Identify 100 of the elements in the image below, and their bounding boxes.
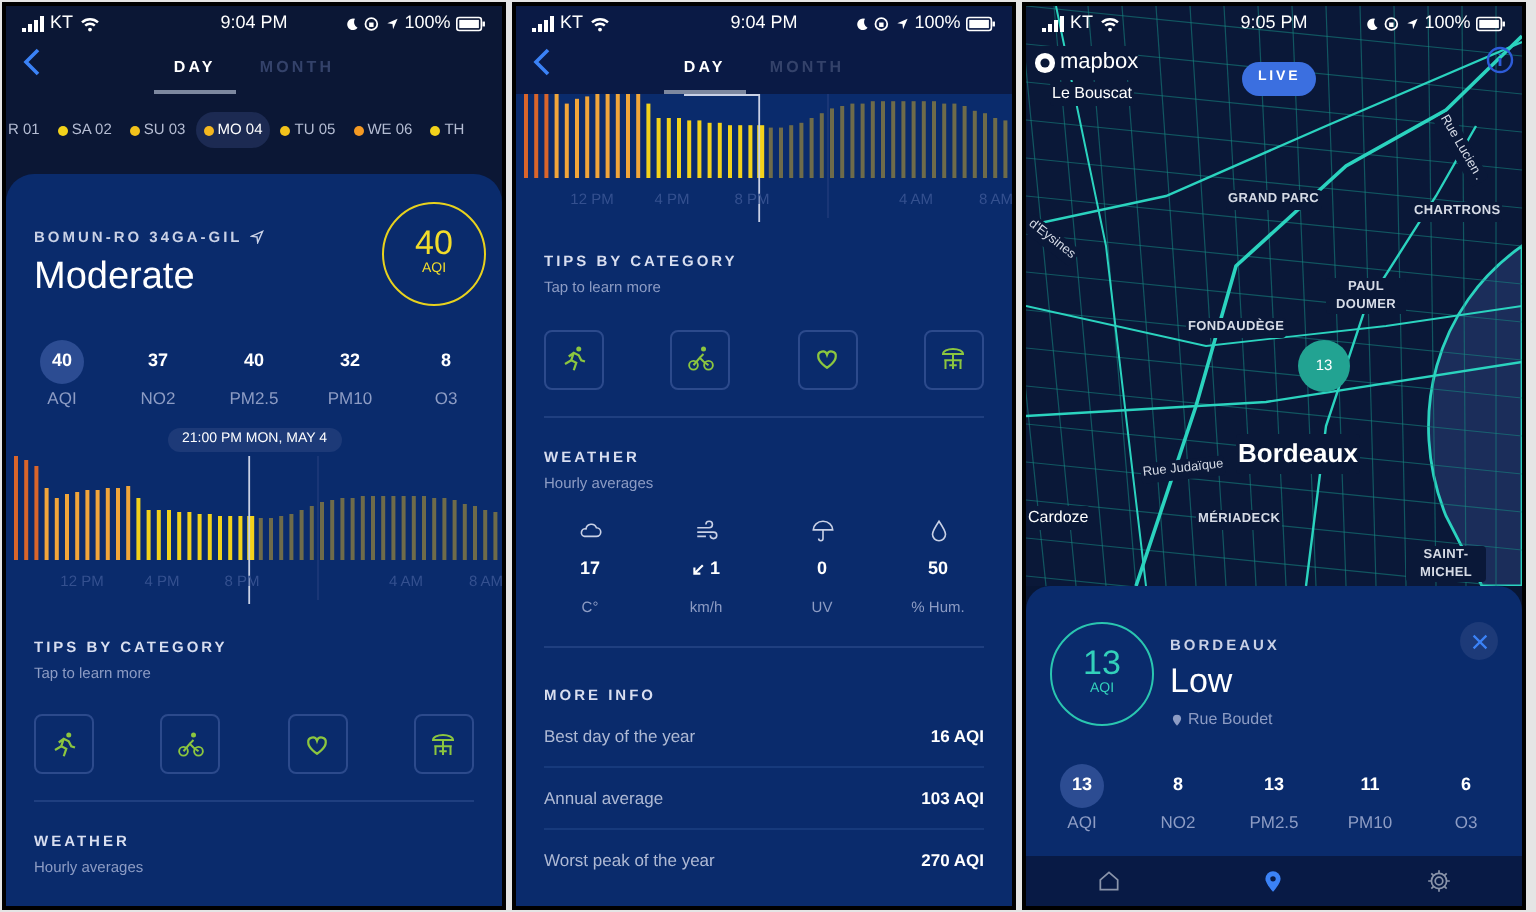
pollutant-label: O3 [434, 385, 458, 411]
location-arrow-icon [1405, 16, 1419, 32]
battery-percent: 100% [1424, 10, 1471, 37]
aqi-value: 40 [415, 226, 453, 261]
pollutant-value[interactable]: 6 [1444, 763, 1488, 808]
location-arrow-icon [385, 16, 399, 32]
battery-icon [966, 16, 996, 32]
info-button[interactable] [1486, 46, 1514, 74]
location-arrow-icon [250, 230, 265, 245]
umbrella-icon [809, 518, 835, 544]
tip-category-button[interactable] [544, 329, 604, 389]
pollutant-label: PM10 [327, 385, 373, 411]
table-umbrella-icon [938, 344, 969, 374]
pollutant-label: PM2.5 [1249, 809, 1299, 835]
tip-category-button[interactable] [34, 714, 94, 774]
wifi-icon [589, 16, 610, 32]
map-label: Cardoze [1026, 506, 1091, 530]
pollutant-label: NO2 [1160, 809, 1196, 835]
tab[interactable]: DAY [663, 46, 746, 94]
cyclist-icon [685, 344, 716, 374]
running-person-icon [559, 344, 589, 374]
brand-name: mapbox [1060, 48, 1139, 78]
air-quality-level: Low [1170, 660, 1235, 705]
weather-value: 0 [816, 556, 827, 582]
battery-percent: 100% [914, 10, 961, 37]
moon-icon [1366, 16, 1379, 32]
pollutant-label: AQI [1067, 809, 1097, 835]
carrier-name: KT [560, 10, 584, 37]
pollutant-label: PM10 [1347, 809, 1393, 835]
tip-category-button[interactable] [923, 329, 984, 389]
settings-icon [1426, 868, 1453, 894]
pollutant-value[interactable]: 8 [424, 339, 468, 384]
running-person-icon [49, 729, 79, 759]
address: Rue Boudet [1188, 707, 1273, 732]
aqi-value: 13 [1083, 646, 1121, 681]
wifi-icon [1099, 16, 1120, 32]
pollutant-value[interactable]: 40 [232, 339, 276, 384]
wind-icon [693, 518, 719, 544]
tip-category-button[interactable] [287, 714, 348, 774]
tip-category-button[interactable] [160, 714, 221, 774]
map-pin-icon [1170, 711, 1184, 728]
carrier-name: KT [50, 10, 74, 37]
pollutant-value[interactable]: 13 [1252, 763, 1296, 808]
info-value: 16 AQI [930, 723, 984, 749]
carrier-name: KT [1070, 10, 1094, 37]
pollutant-label: NO2 [140, 385, 176, 411]
wifi-icon [79, 16, 100, 32]
air-quality-level: Moderate [34, 254, 197, 303]
close-button[interactable] [1460, 622, 1498, 660]
close-icon [1471, 633, 1487, 649]
tip-category-button[interactable] [670, 329, 731, 389]
info-value: 270 AQI [921, 848, 984, 874]
weather-value: 1 [709, 556, 720, 582]
tab[interactable]: DAY [153, 46, 236, 94]
map-label: Le Bouscat [1050, 82, 1135, 106]
pollutant-label: O3 [1454, 809, 1478, 835]
weather-value: 50 [927, 556, 948, 582]
heart-icon [812, 344, 843, 374]
pollutant-value[interactable]: 13 [1060, 763, 1104, 808]
back-button[interactable] [532, 48, 550, 76]
signal-icon [532, 16, 554, 32]
rotation-lock-icon [874, 16, 890, 32]
info-label: Worst peak of the year [544, 848, 715, 874]
home-icon [1095, 868, 1122, 894]
pollutant-value[interactable]: 32 [328, 339, 372, 384]
status-time: 9:04 PM [220, 10, 288, 37]
back-button[interactable] [22, 48, 40, 76]
status-time: 9:05 PM [1240, 10, 1308, 37]
pollutant-label: PM2.5 [229, 385, 279, 411]
location-arrow-icon [895, 16, 909, 32]
back-chevron-icon [22, 48, 40, 76]
table-umbrella-icon [428, 729, 459, 759]
signal-icon [22, 16, 44, 32]
signal-icon [1042, 16, 1064, 32]
tip-category-button[interactable] [797, 329, 858, 389]
battery-icon [1476, 16, 1506, 32]
cyclist-icon [175, 729, 206, 759]
map-label: Bordeaux [1236, 434, 1360, 473]
rotation-lock-icon [1384, 16, 1400, 32]
info-label: Annual average [544, 785, 664, 811]
map-pin-icon [1260, 868, 1287, 894]
status-time: 9:04 PM [730, 10, 798, 37]
tip-category-button[interactable] [413, 714, 474, 774]
midnight-grid-line [827, 94, 829, 219]
weather-value: 17 [579, 556, 600, 582]
back-chevron-icon [532, 48, 550, 76]
pollutant-value[interactable]: 8 [1156, 763, 1200, 808]
info-icon [1486, 46, 1514, 74]
info-label: Best day of the year [544, 723, 696, 749]
pollutant-label: AQI [47, 385, 77, 411]
moon-icon [856, 16, 869, 32]
wind-direction-arrow-icon [691, 563, 704, 576]
pollutant-value[interactable]: 40 [40, 339, 84, 384]
rotation-lock-icon [364, 16, 380, 32]
moon-icon [346, 16, 359, 32]
pollutant-value[interactable]: 37 [136, 339, 180, 384]
battery-percent: 100% [404, 10, 451, 37]
pollutant-value[interactable]: 11 [1348, 763, 1392, 808]
info-value: 103 AQI [921, 785, 984, 811]
battery-icon [456, 16, 486, 32]
